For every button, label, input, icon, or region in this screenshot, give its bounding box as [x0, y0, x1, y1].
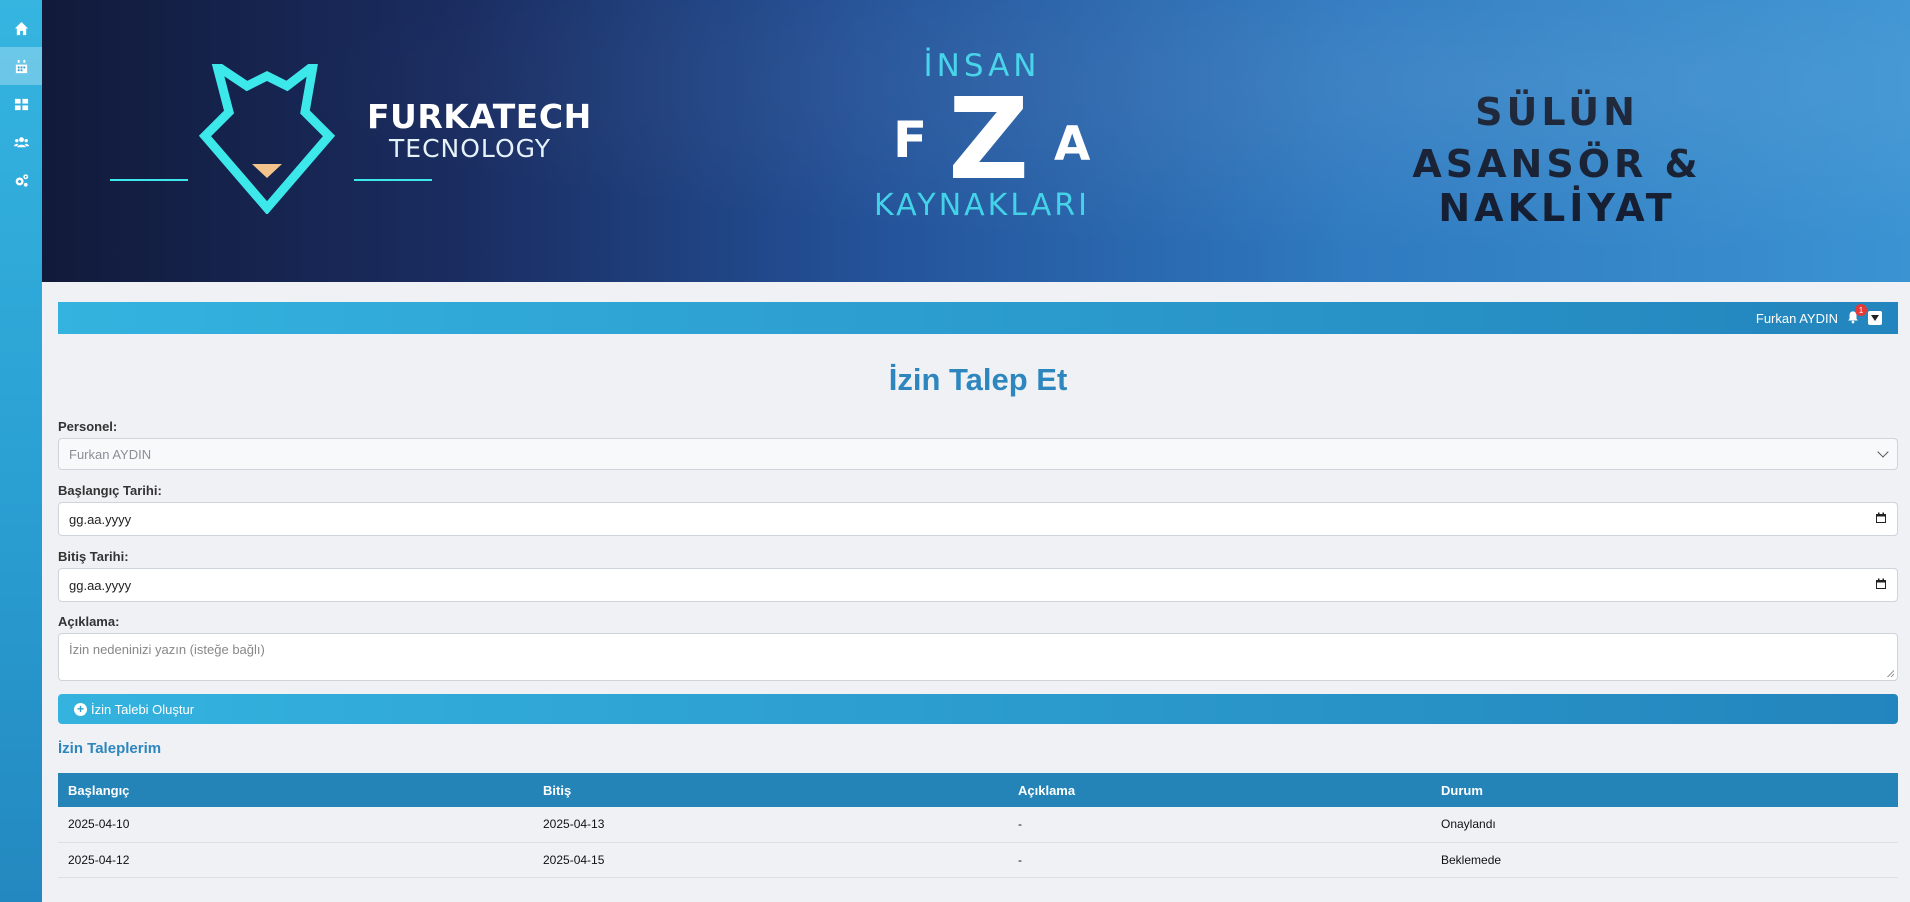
- fox-logo-icon: [198, 64, 336, 214]
- end-date-value: gg.aa.yyyy: [69, 577, 132, 593]
- hr-logo-top: İNSAN: [923, 48, 1041, 84]
- description-label: Açıklama:: [58, 614, 120, 629]
- calendar-icon: [15, 59, 27, 73]
- page-title: İzin Talep Et: [888, 362, 1068, 397]
- table-row: 2025-04-12 2025-04-15 - Beklemede: [58, 842, 1898, 878]
- calendar-picker-icon[interactable]: [1875, 578, 1887, 593]
- start-date-value: gg.aa.yyyy: [69, 511, 132, 527]
- column-header-description: Açıklama: [1018, 782, 1076, 798]
- create-leave-request-button[interactable]: + İzin Talebi Oluştur: [58, 694, 1898, 724]
- description-textarea[interactable]: İzin nedeninizi yazın (isteğe bağlı): [58, 633, 1898, 681]
- cell-end: 2025-04-13: [533, 807, 1008, 843]
- end-date-label: Bitiş Tarihi:: [58, 549, 129, 564]
- leave-requests-table: Başlangıç Bitiş Açıklama Durum 2025-04-1…: [58, 773, 1898, 878]
- end-date-input[interactable]: gg.aa.yyyy: [58, 568, 1898, 602]
- plus-circle-icon: +: [74, 702, 87, 716]
- users-icon: [13, 136, 29, 147]
- home-icon: [14, 21, 28, 35]
- dashboard-icon: [14, 98, 28, 110]
- table-header-row: Başlangıç Bitiş Açıklama Durum: [58, 773, 1898, 807]
- column-header-end: Bitiş: [543, 782, 572, 798]
- cell-start: 2025-04-10: [58, 807, 533, 843]
- personnel-select[interactable]: Furkan AYDIN: [58, 438, 1898, 470]
- hr-logo-bottom: KAYNAKLARI: [874, 188, 1090, 223]
- sidebar-item-users[interactable]: [0, 123, 42, 161]
- hr-logo-center-letter: Z: [948, 75, 1030, 205]
- cell-status: Beklemede: [1431, 842, 1898, 878]
- sidebar-item-calendar[interactable]: [0, 47, 42, 85]
- logo-line-left: [110, 179, 188, 181]
- company-name-line1: SÜLÜN: [1475, 90, 1639, 134]
- user-name[interactable]: Furkan AYDIN: [1756, 311, 1838, 326]
- settings-icon: [15, 173, 28, 187]
- cell-start: 2025-04-12: [58, 842, 533, 878]
- top-bar: Furkan AYDIN 1: [58, 302, 1898, 334]
- hr-logo-right-letter: A: [1054, 117, 1091, 172]
- brand-subtitle: TECNOLOGY: [389, 134, 552, 163]
- notification-button[interactable]: 1: [1846, 304, 1867, 326]
- header-banner: FURKATECH TECNOLOGY İNSAN F Z A KAYNAKLA…: [42, 0, 1910, 282]
- cell-description: -: [1008, 807, 1431, 843]
- sidebar-item-home[interactable]: [0, 9, 42, 47]
- company-name-line2: ASANSÖR & NAKLİYAT: [1412, 142, 1702, 230]
- description-placeholder: İzin nedeninizi yazın (isteğe bağlı): [69, 642, 265, 657]
- hr-logo-left-letter: F: [893, 111, 928, 169]
- sidebar-item-dashboard[interactable]: [0, 85, 42, 123]
- cell-status: Onaylandı: [1431, 807, 1898, 843]
- cell-end: 2025-04-15: [533, 842, 1008, 878]
- sidebar-item-settings[interactable]: [0, 161, 42, 199]
- start-date-label: Başlangıç Tarihi:: [58, 483, 162, 498]
- user-menu-dropdown-icon[interactable]: [1868, 311, 1882, 325]
- create-leave-request-label: İzin Talebi Oluştur: [91, 701, 195, 717]
- logo-line-right: [354, 179, 432, 181]
- sidebar: [0, 0, 42, 902]
- resize-handle[interactable]: [1887, 670, 1894, 677]
- my-requests-title: İzin Taleplerim: [58, 740, 162, 757]
- calendar-picker-icon[interactable]: [1875, 512, 1887, 527]
- brand-title: FURKATECH: [367, 97, 592, 136]
- table-row: 2025-04-10 2025-04-13 - Onaylandı: [58, 807, 1898, 843]
- notification-badge: 1: [1855, 304, 1867, 316]
- personnel-select-value: Furkan AYDIN: [69, 446, 152, 462]
- cell-description: -: [1008, 842, 1431, 878]
- personnel-label: Personel:: [58, 419, 118, 434]
- column-header-start: Başlangıç: [68, 782, 130, 798]
- column-header-status: Durum: [1441, 782, 1483, 798]
- start-date-input[interactable]: gg.aa.yyyy: [58, 502, 1898, 536]
- chevron-down-icon: [1877, 446, 1889, 458]
